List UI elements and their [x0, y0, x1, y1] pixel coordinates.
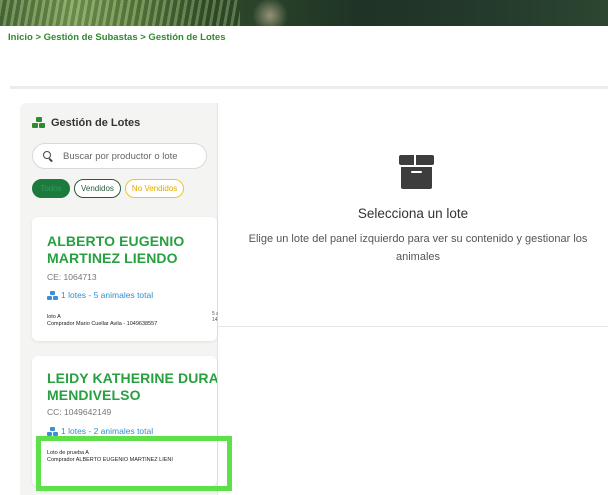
people-icon: [47, 290, 58, 300]
filter-chips: Todos Vendidos No Vendidos: [32, 179, 185, 198]
filter-all-chip[interactable]: Todos: [32, 179, 70, 198]
producer-name: ALBERTO EUGENIO: [47, 233, 185, 249]
lot-summary-label: 1 lotes - 2 animales total: [61, 426, 154, 436]
search-input[interactable]: [63, 150, 203, 162]
lot-summary-label: 1 lotes - 5 animales total: [61, 290, 154, 300]
filter-unsold-chip[interactable]: No Vendidos: [124, 179, 185, 198]
empty-state-description: Elige un lote del panel izquierdo para v…: [248, 233, 588, 263]
lot-name[interactable]: loto A: [47, 314, 61, 321]
producer-name: MARTINEZ LIENDO: [47, 250, 178, 266]
search-box[interactable]: [32, 143, 207, 169]
producer-id: CC: 1049642149: [47, 407, 112, 417]
producer-card[interactable]: LEIDY KATHERINE DURA MENDIVELSO CC: 1049…: [32, 356, 217, 486]
panel-title-label: Gestión de Lotes: [51, 117, 141, 129]
lot-summary: 1 lotes - 2 animales total: [47, 426, 153, 436]
producer-card[interactable]: ALBERTO EUGENIO MARTINEZ LIENDO CE: 1064…: [32, 217, 217, 341]
people-icon: [47, 426, 58, 436]
lot-summary: 1 lotes - 5 animales total: [47, 290, 153, 300]
filter-sold-chip[interactable]: Vendidos: [74, 179, 121, 198]
boxes-icon: [32, 117, 45, 129]
lot-name[interactable]: Loto de prueba A: [47, 450, 89, 457]
empty-state-title: Selecciona un lote: [357, 206, 469, 221]
lot-detail-panel: Selecciona un lote Elige un lote del pan…: [218, 103, 608, 327]
search-icon: [43, 150, 54, 162]
archive-box-icon: [399, 155, 434, 189]
producer-name: LEIDY KATHERINE DURA: [47, 370, 217, 386]
lot-buyer: Comprador Mario Cuellar Avila - 10496385…: [47, 321, 158, 327]
lot-buyer: Comprador ALBERTO EUGENIO MARTINEZ LIENI: [47, 457, 173, 463]
divider: [10, 86, 608, 89]
producer-id: CE: 1064713: [47, 272, 97, 282]
panel-title: Gestión de Lotes: [32, 117, 140, 129]
header-banner: [0, 0, 608, 26]
breadcrumb: Inicio > Gestión de Subastas > Gestión d…: [8, 32, 226, 43]
producer-name: MENDIVELSO: [47, 387, 141, 403]
lots-sidebar: Gestión de Lotes Todos Vendidos No Vendi…: [20, 103, 218, 495]
filter-all-label: Todos: [40, 184, 62, 193]
